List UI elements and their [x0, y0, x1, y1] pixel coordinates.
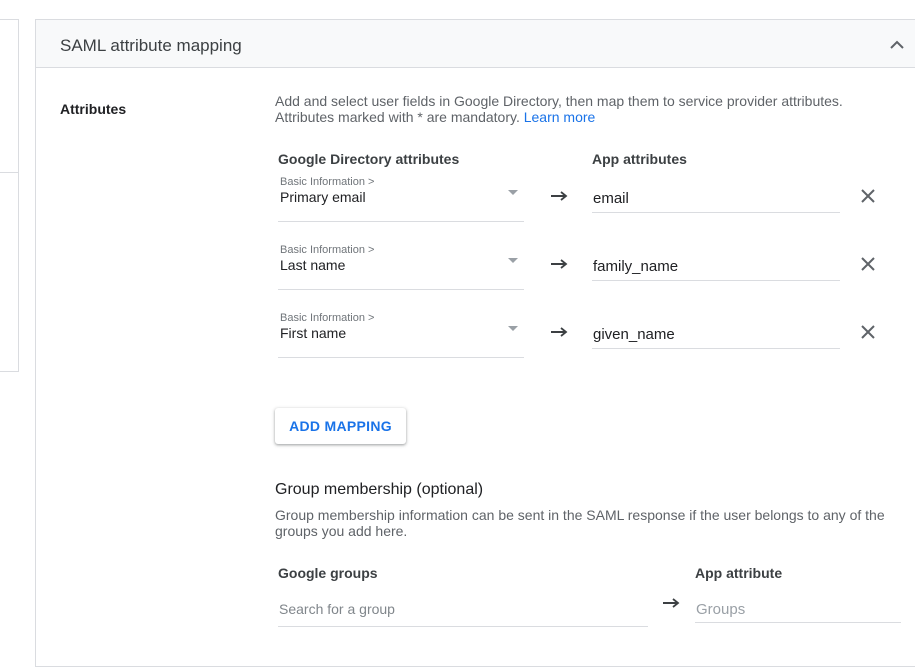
arrow-right-icon [663, 598, 680, 608]
arrow-right-icon [551, 327, 568, 337]
arrow-right-icon [551, 259, 568, 269]
directory-attribute-select[interactable]: Basic Information > Primary email [278, 175, 524, 222]
left-panel-divider [0, 172, 18, 173]
attribute-field: First name [280, 325, 347, 341]
app-attribute-input[interactable] [592, 321, 840, 349]
learn-more-link[interactable]: Learn more [524, 109, 596, 125]
close-icon[interactable] [860, 324, 876, 340]
attributes-description: Add and select user fields in Google Dir… [275, 93, 865, 125]
attribute-category: Basic Information > [280, 244, 375, 256]
groups-app-attribute-input[interactable] [695, 596, 901, 623]
app-attributes-header: App attributes [592, 151, 687, 167]
directory-attributes-header: Google Directory attributes [278, 151, 460, 167]
left-panel [0, 19, 19, 372]
saml-mapping-card: SAML attribute mapping Attributes Add an… [35, 19, 915, 667]
app-attribute-input[interactable] [592, 185, 840, 213]
arrow-right-icon [551, 191, 568, 201]
mapping-row: Basic Information > Primary email [36, 175, 915, 235]
chevron-up-icon[interactable] [888, 38, 906, 52]
group-membership-title: Group membership (optional) [275, 481, 484, 498]
card-title: SAML attribute mapping [60, 36, 242, 55]
mapping-row: Basic Information > Last name [36, 243, 915, 303]
card-header[interactable]: SAML attribute mapping [36, 20, 915, 68]
google-groups-header: Google groups [278, 565, 378, 581]
dropdown-caret-icon[interactable] [508, 326, 518, 331]
app-attribute-input[interactable] [592, 253, 840, 281]
attribute-field: Primary email [280, 189, 366, 205]
group-search-input[interactable] [278, 592, 648, 627]
dropdown-caret-icon[interactable] [508, 258, 518, 263]
mapping-row: Basic Information > First name [36, 311, 915, 371]
close-icon[interactable] [860, 188, 876, 204]
attributes-label: Attributes [60, 101, 127, 117]
directory-attribute-select[interactable]: Basic Information > First name [278, 311, 524, 358]
dropdown-caret-icon[interactable] [508, 190, 518, 195]
attribute-field: Last name [280, 257, 346, 273]
attribute-category: Basic Information > [280, 176, 375, 188]
group-membership-description: Group membership information can be sent… [275, 507, 885, 539]
attribute-category: Basic Information > [280, 312, 375, 324]
close-icon[interactable] [860, 256, 876, 272]
directory-attribute-select[interactable]: Basic Information > Last name [278, 243, 524, 290]
app-attribute-header: App attribute [695, 565, 783, 581]
add-mapping-button[interactable]: ADD MAPPING [275, 408, 406, 444]
